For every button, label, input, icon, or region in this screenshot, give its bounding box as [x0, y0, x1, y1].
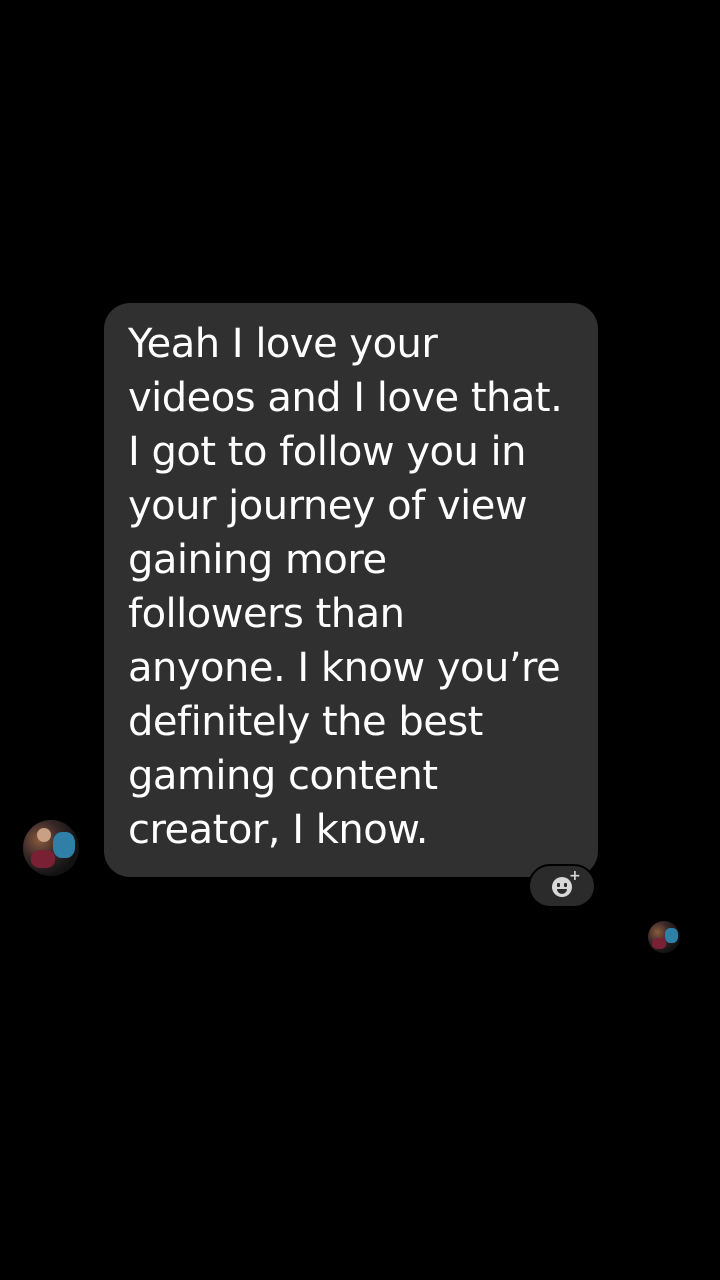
sender-avatar[interactable] [23, 820, 79, 876]
plus-icon: + [569, 868, 581, 884]
avatar-detail [31, 850, 55, 868]
message-bubble[interactable]: Yeah I love your videos and I love that.… [104, 303, 598, 877]
avatar-detail [53, 832, 75, 858]
seen-avatar-icon [648, 921, 680, 953]
add-reaction-button[interactable]: + [528, 864, 596, 908]
avatar-detail [652, 938, 666, 949]
avatar-detail [37, 828, 51, 842]
avatar-detail [665, 928, 678, 943]
